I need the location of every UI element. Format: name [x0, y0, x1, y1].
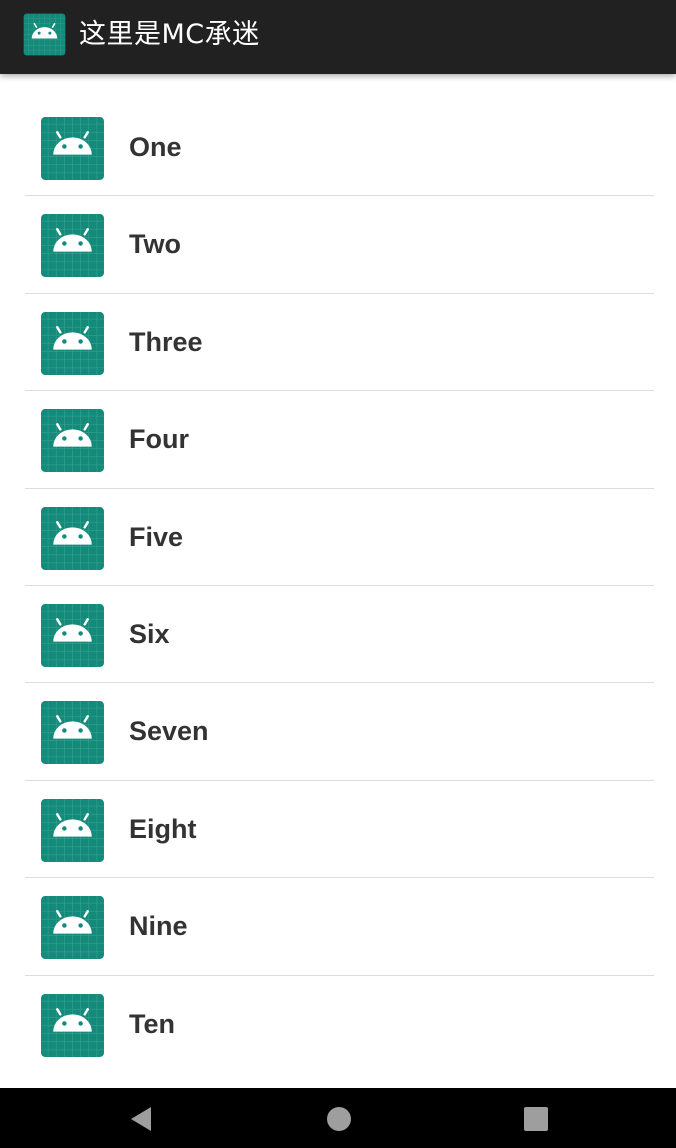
list-item[interactable]: Seven: [25, 683, 654, 781]
android-launcher-icon: [40, 798, 105, 863]
list-item[interactable]: Eight: [25, 781, 654, 879]
back-icon: [131, 1107, 151, 1131]
list-item-label: Two: [129, 229, 181, 260]
list-item[interactable]: Six: [25, 586, 654, 684]
list-item-label: Five: [129, 521, 184, 552]
app-title: 这里是MC承迷: [79, 19, 260, 50]
list-item[interactable]: Three: [25, 294, 654, 392]
android-launcher-icon: [40, 895, 105, 960]
android-launcher-icon: [40, 993, 105, 1058]
list-item[interactable]: Two: [25, 196, 654, 294]
android-launcher-icon: [40, 408, 105, 473]
android-launcher-icon: [23, 13, 66, 56]
list-item[interactable]: One: [25, 99, 654, 197]
home-button[interactable]: [322, 1102, 356, 1136]
list-item[interactable]: Nine: [25, 878, 654, 976]
list-item-label: One: [129, 132, 182, 162]
list-item-label: Six: [129, 618, 170, 649]
list-item-label: Seven: [129, 716, 209, 747]
android-launcher-icon: [40, 311, 105, 376]
list-item-label: Eight: [129, 813, 197, 844]
app-bar: 这里是MC承迷: [0, 0, 676, 74]
list-item-label: Four: [129, 424, 189, 455]
android-launcher-icon: [40, 506, 105, 571]
system-navigation-bar: [0, 1088, 676, 1148]
back-button[interactable]: [124, 1102, 158, 1136]
list-item[interactable]: Four: [25, 391, 654, 489]
android-launcher-icon: [40, 700, 105, 765]
android-launcher-icon: [40, 603, 105, 668]
android-launcher-icon: [40, 116, 105, 181]
item-list: One Two Three Four Five Six Seven Eight: [25, 99, 654, 1073]
recents-button[interactable]: [519, 1102, 553, 1136]
list-container[interactable]: One Two Three Four Five Six Seven Eight: [0, 74, 676, 1088]
list-item-label: Ten: [129, 1008, 175, 1039]
list-item-label: Nine: [129, 911, 188, 942]
list-item[interactable]: Ten: [25, 976, 654, 1073]
list-item[interactable]: Five: [25, 489, 654, 586]
android-launcher-icon: [40, 213, 105, 278]
home-icon: [327, 1107, 351, 1131]
recents-icon: [524, 1107, 548, 1131]
list-item-label: Three: [129, 326, 203, 357]
